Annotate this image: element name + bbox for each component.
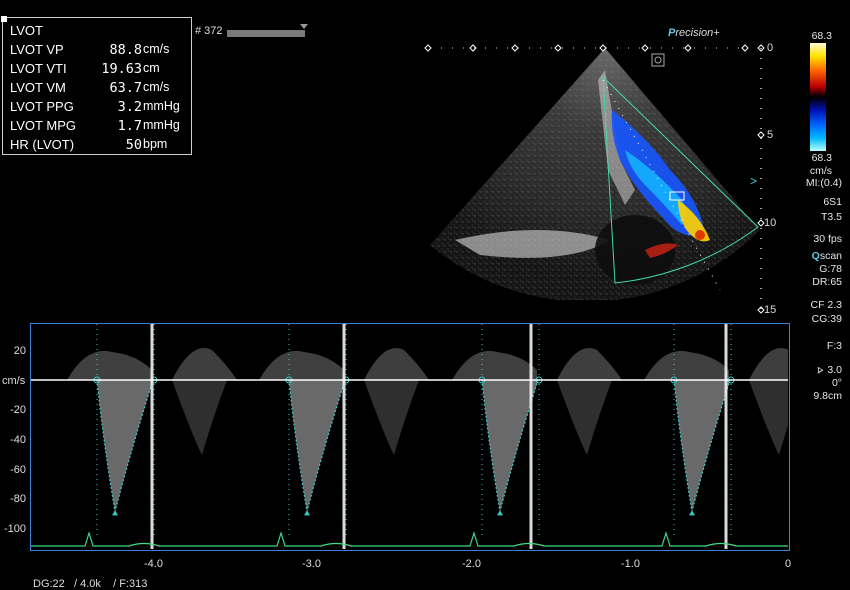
qscan-label: Qscan [811,250,842,262]
peak-velocity-marker [689,510,695,516]
sector-image[interactable] [420,40,770,300]
measurement-title: LVOT [10,23,43,38]
angle-icon: ⦠ [817,364,824,376]
gain-value: G:78 [819,263,842,275]
measurement-unit: cm/s [143,42,170,56]
measurement-row-mpg[interactable]: LVOT MPG 1.7 mmHg [10,118,180,137]
peak-velocity-marker [304,510,310,516]
systolic-spectrum [97,380,153,512]
y-tick-label: -40 [10,434,26,446]
measurement-value: 88.8 [109,42,142,58]
measurement-row-vp[interactable]: LVOT VP 88.8 cm/s [10,42,180,61]
reverse-flow-signal [749,380,788,455]
color-scale-unit: cm/s [809,165,832,177]
y-tick-label: -80 [10,493,26,505]
depth-label: 10 [764,217,777,229]
y-tick-label: -20 [10,404,26,416]
measurement-row-vti[interactable]: LVOT VTI 19.63 cm [10,61,180,80]
measurement-label: HR (LVOT) [10,137,75,152]
color-scale-top-value: 68.3 [811,30,832,42]
diastolic-signal [749,348,788,380]
y-tick-label: -60 [10,464,26,476]
preset-label: T3.5 [820,211,842,223]
x-tick-label: -4.0 [144,558,163,570]
panel-corner-marker [1,16,7,22]
measurement-unit: mmHg [143,99,180,113]
measurement-value: 63.7 [109,80,142,96]
y-tick-label: -100 [3,523,26,535]
angle-degrees: 0° [831,377,842,389]
depth-scale [757,44,765,314]
measurement-label: LVOT PPG [10,99,74,114]
color-velocity-bar [810,43,826,151]
doppler-settings-footer: DG:22 / 4.0k / F:313 [33,578,148,590]
sample-depth: 9.8cm [813,390,842,402]
measurement-row-hr[interactable]: HR (LVOT) 50 bpm [10,137,180,156]
filter-value: F:3 [826,340,842,352]
x-tick-label: -1.0 [621,558,640,570]
diastolic-signal [364,348,429,380]
measurement-unit: cm [143,61,160,75]
measurement-unit: bpm [143,137,168,151]
diastolic-signal [67,350,152,380]
depth-label: 15 [764,304,777,316]
color-scale-bottom-value: 68.3 [811,152,832,164]
diastolic-signal [452,350,537,380]
measurement-row-ppg[interactable]: LVOT PPG 3.2 mmHg [10,99,180,118]
diastolic-signal [172,348,237,380]
depth-label: 5 [767,129,774,141]
peak-velocity-marker [497,510,503,516]
diastolic-signal [259,350,344,380]
x-tick-label: -3.0 [302,558,321,570]
focus-marker-icon[interactable]: > [750,174,757,188]
y-tick-label: 20 [13,345,26,357]
probe-label: 6S1 [823,196,842,208]
cine-scroll-bar[interactable] [227,30,305,37]
frame-rate: 30 fps [813,233,842,245]
peak-velocity-marker [112,510,118,516]
brand-label: Precision+ [668,27,720,39]
angle-correction: ⦠ 3.0 [817,364,842,376]
spectral-doppler-trace[interactable] [31,324,788,549]
measurement-value: 3.2 [117,99,142,115]
measurement-value: 1.7 [117,118,142,134]
measurement-row-vm[interactable]: LVOT VM 63.7 cm/s [10,80,180,99]
systolic-spectrum [289,380,345,512]
color-flow-red-1 [695,230,705,240]
measurement-value: 50 [125,137,142,153]
dynamic-range-value: DR:65 [812,276,842,288]
color-gain: CG:39 [811,313,842,325]
systolic-spectrum [674,380,730,512]
color-frequency: CF 2.3 [810,299,842,311]
mechanical-index: MI:(0.4) [805,177,842,189]
measurement-unit: cm/s [143,80,170,94]
top-scale-markers [424,44,749,52]
measurement-label: LVOT VM [10,80,66,95]
reverse-flow-signal [557,380,612,455]
depth-label: 0 [767,42,774,54]
reverse-flow-signal [172,380,227,455]
sector-speckle [430,48,760,300]
mode-icon [651,53,665,67]
x-tick-label: -2.0 [462,558,481,570]
measurement-value: 19.63 [101,61,142,77]
frame-counter: # 372 [195,25,223,37]
diastolic-signal [644,350,729,380]
x-tick-label: 0 [785,558,792,570]
diastolic-signal [557,348,622,380]
measurement-label: LVOT VTI [10,61,67,76]
measurement-label: LVOT MPG [10,118,76,133]
measurement-unit: mmHg [143,118,180,132]
measurement-label: LVOT VP [10,42,64,57]
measurement-panel: LVOT LVOT VP 88.8 cm/s LVOT VTI 19.63 cm… [1,16,192,156]
cine-position-caret[interactable] [300,24,308,29]
reverse-flow-signal [364,380,419,455]
